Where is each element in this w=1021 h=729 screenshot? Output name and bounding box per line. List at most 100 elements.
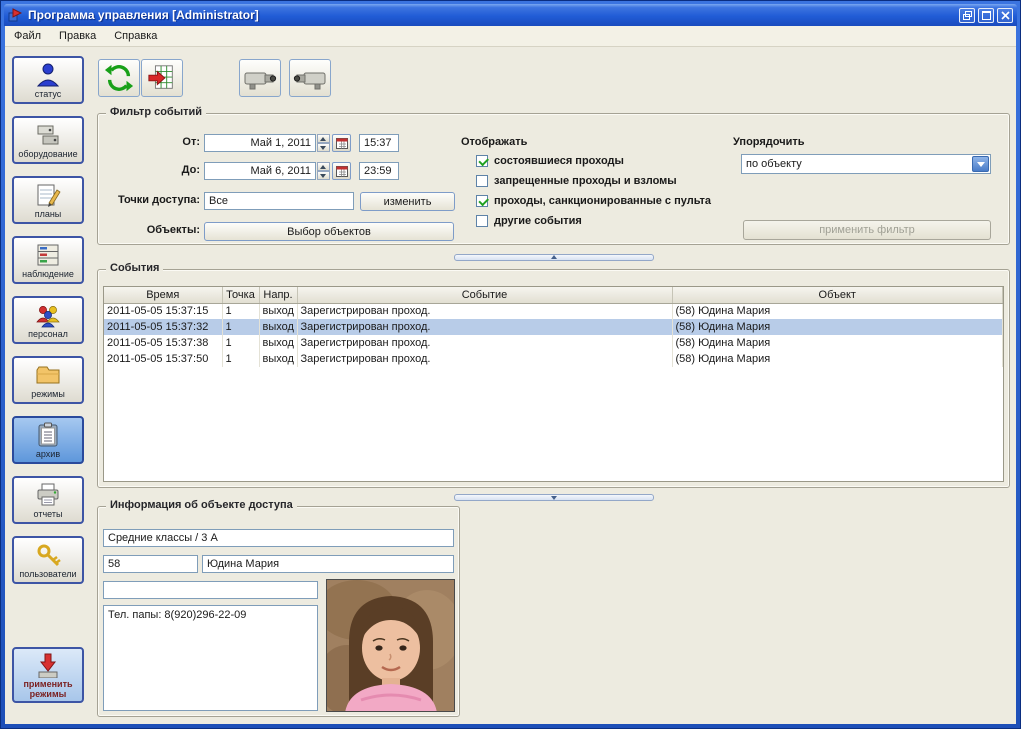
- column-header-object[interactable]: Объект: [672, 287, 1003, 303]
- sidebar-item-personnel[interactable]: персонал: [12, 296, 84, 344]
- from-time-input[interactable]: 15:37: [359, 134, 399, 152]
- checkbox-label: другие события: [494, 215, 582, 227]
- sidebar-item-archive[interactable]: архив: [12, 416, 84, 464]
- apply-modes-label: применить режимы: [16, 679, 80, 699]
- to-calendar-button[interactable]: [332, 162, 351, 180]
- checkbox-console-authorized[interactable]: проходы, санкционированные с пульта: [476, 194, 711, 208]
- apply-filter-button[interactable]: применить фильтр: [743, 220, 991, 240]
- sidebar-item-label: архив: [36, 449, 60, 459]
- access-points-field[interactable]: Все: [204, 192, 354, 210]
- display-section-header: Отображать: [461, 136, 527, 148]
- to-label: До:: [100, 164, 200, 176]
- sidebar-item-reports[interactable]: отчеты: [12, 476, 84, 524]
- calendar-icon: [336, 137, 348, 149]
- select-objects-button[interactable]: Выбор объектов: [204, 222, 454, 241]
- cell-point: 1: [222, 303, 259, 319]
- table-header-row: Время Точка Напр. Событие Объект: [104, 287, 1003, 303]
- sidebar-item-label: планы: [35, 209, 62, 219]
- from-date-input[interactable]: Май 1, 2011: [204, 134, 316, 152]
- access-points-label: Точки доступа:: [100, 194, 200, 206]
- menu-file[interactable]: Файл: [5, 27, 50, 45]
- camera-2-button[interactable]: [289, 59, 331, 97]
- app-window: Программа управления [Administrator] Фай…: [0, 0, 1021, 729]
- sidebar-item-label: оборудование: [18, 149, 77, 159]
- checkbox-checked-icon: [476, 195, 488, 207]
- window-title: Программа управления [Administrator]: [28, 8, 956, 22]
- spin-up-button[interactable]: [317, 162, 330, 171]
- group-class-field[interactable]: Средние классы / 3 А: [103, 529, 454, 547]
- sidebar-item-label: пользователи: [19, 569, 76, 579]
- table-row-selected[interactable]: 2011-05-05 15:37:32 1 выход Зарегистриро…: [104, 319, 1003, 335]
- cell-point: 1: [222, 351, 259, 367]
- objects-label: Объекты:: [100, 224, 200, 236]
- cell-object: (58) Юдина Мария: [672, 319, 1003, 335]
- column-header-time[interactable]: Время: [104, 287, 222, 303]
- cell-direction: выход: [259, 335, 297, 351]
- filter-splitter-handle[interactable]: [454, 254, 654, 261]
- person-id-field[interactable]: 58: [103, 555, 198, 573]
- sidebar-item-status[interactable]: статус: [12, 56, 84, 104]
- cell-time: 2011-05-05 15:37:32: [104, 319, 222, 335]
- table-row[interactable]: 2011-05-05 15:37:38 1 выход Зарегистриро…: [104, 335, 1003, 351]
- events-group: События Время Точка Напр. Событие: [97, 269, 1010, 488]
- maximize-button[interactable]: [978, 8, 994, 23]
- chevron-down-icon[interactable]: [972, 156, 989, 172]
- sidebar: статус оборудование планы наблюдение пер…: [5, 47, 91, 724]
- window-controls: [956, 8, 1013, 23]
- cell-time: 2011-05-05 15:37:50: [104, 351, 222, 367]
- spin-up-button[interactable]: [317, 134, 330, 143]
- sidebar-item-plans[interactable]: планы: [12, 176, 84, 224]
- sidebar-item-modes[interactable]: режимы: [12, 356, 84, 404]
- menu-edit[interactable]: Правка: [50, 27, 105, 45]
- sidebar-item-equipment[interactable]: оборудование: [12, 116, 84, 164]
- cell-event: Зарегистрирован проход.: [297, 319, 672, 335]
- extra-field[interactable]: [103, 581, 318, 599]
- sidebar-item-label: персонал: [28, 329, 68, 339]
- checkbox-checked-icon: [476, 155, 488, 167]
- sidebar-item-users[interactable]: пользователи: [12, 536, 84, 584]
- camera-1-button[interactable]: [239, 59, 281, 97]
- calendar-icon: [336, 165, 348, 177]
- spin-down-button[interactable]: [317, 171, 330, 180]
- from-label: От:: [100, 136, 200, 148]
- column-header-event[interactable]: Событие: [297, 287, 672, 303]
- table-row[interactable]: 2011-05-05 15:37:15 1 выход Зарегистриро…: [104, 303, 1003, 319]
- checkbox-forbidden-passes[interactable]: запрещенные проходы и взломы: [476, 174, 677, 188]
- notes-field[interactable]: Тел. папы: 8(920)296-22-09: [103, 605, 318, 711]
- checkbox-other-events[interactable]: другие события: [476, 214, 582, 228]
- main-area: Фильтр событий От: Май 1, 2011 15:37 До:…: [91, 47, 1016, 724]
- to-date-input[interactable]: Май 6, 2011: [204, 162, 316, 180]
- order-section-header: Упорядочить: [733, 136, 805, 148]
- column-header-direction[interactable]: Напр.: [259, 287, 297, 303]
- camera-icon: [242, 64, 278, 92]
- export-spreadsheet-icon: [147, 63, 177, 93]
- cell-direction: выход: [259, 351, 297, 367]
- checkbox-label: проходы, санкционированные с пульта: [494, 195, 711, 207]
- table-row[interactable]: 2011-05-05 15:37:50 1 выход Зарегистриро…: [104, 351, 1003, 367]
- cell-point: 1: [222, 335, 259, 351]
- sidebar-item-label: статус: [35, 89, 61, 99]
- restore-button[interactable]: [959, 8, 975, 23]
- export-button[interactable]: [141, 59, 183, 97]
- plans-icon: [35, 182, 61, 208]
- order-by-combobox[interactable]: по объекту: [741, 154, 991, 174]
- to-time-input[interactable]: 23:59: [359, 162, 399, 180]
- cell-direction: выход: [259, 303, 297, 319]
- red-down-arrow-icon: [35, 652, 61, 678]
- to-date-spinner: [317, 162, 330, 180]
- info-splitter-handle[interactable]: [454, 494, 654, 501]
- person-name-field[interactable]: Юдина Мария: [202, 555, 454, 573]
- column-header-point[interactable]: Точка: [222, 287, 259, 303]
- sidebar-item-surveillance[interactable]: наблюдение: [12, 236, 84, 284]
- events-group-title: События: [106, 262, 163, 274]
- menu-help[interactable]: Справка: [105, 27, 166, 45]
- change-button[interactable]: изменить: [360, 192, 455, 211]
- personnel-icon: [35, 302, 61, 328]
- from-calendar-button[interactable]: [332, 134, 351, 152]
- sidebar-item-label: отчеты: [34, 509, 63, 519]
- spin-down-button[interactable]: [317, 143, 330, 152]
- refresh-button[interactable]: [98, 59, 140, 97]
- checkbox-completed-passes[interactable]: состоявшиеся проходы: [476, 154, 624, 168]
- apply-modes-button[interactable]: применить режимы: [12, 647, 84, 703]
- close-button[interactable]: [997, 8, 1013, 23]
